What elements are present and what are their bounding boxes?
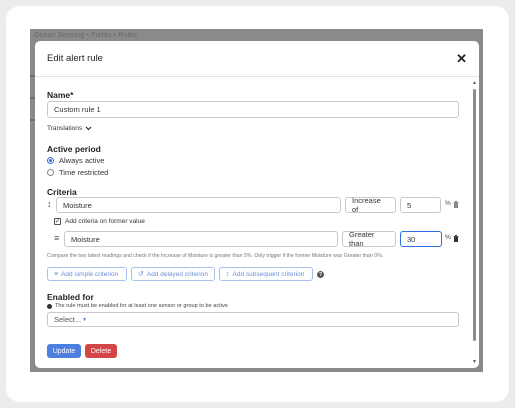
criterion-1-operator-select[interactable]: Increase of: [345, 196, 396, 214]
criterion-1-value-input[interactable]: 5: [400, 197, 441, 213]
clock-icon: ↺: [138, 271, 144, 278]
drag-handle-icon[interactable]: ≡: [54, 234, 59, 243]
caret-down-icon: ▼: [82, 316, 88, 323]
criterion-1-value: 5: [407, 200, 412, 210]
delete-button[interactable]: Delete: [85, 344, 117, 358]
enabled-for-hint: The rule must be enabled for at least on…: [47, 303, 228, 309]
scroll-down-icon[interactable]: ▼: [472, 360, 477, 365]
criterion-2-metric-value: Moisture: [71, 234, 100, 244]
chevron-down-icon: [85, 126, 92, 131]
scroll-up-icon[interactable]: ▲: [472, 81, 477, 86]
trash-icon[interactable]: [453, 201, 459, 208]
add-subsequent-criterion-label: Add subsequent criterion: [232, 270, 305, 278]
sort-arrows-icon[interactable]: ↕: [47, 200, 52, 209]
add-simple-criterion-button[interactable]: ≡ Add simple criterion: [47, 267, 127, 281]
add-simple-criterion-label: Add simple criterion: [61, 270, 119, 278]
dialog-body: Name* Custom rule 1 Translations Active …: [35, 78, 479, 368]
enabled-for-hint-text: The rule must be enabled for at least on…: [55, 303, 228, 309]
add-delayed-criterion-button[interactable]: ↺ Add delayed criterion: [131, 267, 215, 281]
add-subsequent-criterion-button[interactable]: ↕ Add subsequent criterion: [219, 267, 313, 281]
checkbox-checked-icon: ✓: [54, 218, 61, 225]
list-icon: ≡: [54, 270, 59, 278]
help-icon[interactable]: ?: [317, 271, 324, 278]
translations-toggle[interactable]: Translations: [47, 125, 92, 132]
translations-label: Translations: [47, 125, 83, 132]
dialog-title: Edit alert rule: [47, 53, 103, 64]
name-input-value: Custom rule 1: [54, 105, 101, 114]
enabled-for-label: Enabled for: [47, 292, 94, 302]
dialog-scrollbar[interactable]: ▲ ▼: [472, 81, 477, 365]
criterion-1-operator-value: Increase of: [352, 196, 381, 214]
criteria-summary: Compare the two latest readings and chec…: [47, 253, 384, 259]
criterion-2-unit: %: [445, 234, 451, 241]
scrollbar-thumb[interactable]: [473, 89, 476, 341]
criterion-2-operator-select[interactable]: Greater than: [342, 230, 396, 248]
criterion-2-value: 30: [407, 234, 416, 244]
add-delayed-criterion-label: Add delayed criterion: [146, 270, 208, 278]
dialog-header: Edit alert rule ✕: [35, 41, 479, 77]
background-breadcrumb: Ocean Sensing • Fields • Rules: [34, 32, 138, 39]
former-value-checkbox-label: Add criteria on former value: [65, 218, 145, 225]
trash-icon[interactable]: [453, 235, 459, 242]
radio-always-active-label: Always active: [59, 156, 105, 165]
enabled-for-select-placeholder: Select...: [54, 315, 82, 324]
radio-time-restricted[interactable]: Time restricted: [47, 168, 108, 177]
enabled-for-select[interactable]: Select... ▼: [47, 312, 459, 327]
criterion-1-metric-select[interactable]: Moisture: [56, 197, 341, 213]
radio-always-active[interactable]: Always active: [47, 156, 104, 165]
criterion-2-value-input[interactable]: 30: [400, 231, 442, 247]
criterion-1-metric-value: Moisture: [63, 200, 92, 210]
info-icon: [47, 303, 52, 309]
close-icon[interactable]: ✕: [456, 52, 467, 65]
edit-alert-rule-dialog: Edit alert rule ✕ Name* Custom rule 1 Tr…: [35, 41, 479, 368]
radio-selected-icon: [47, 157, 54, 164]
update-button[interactable]: Update: [47, 344, 81, 358]
active-period-label: Active period: [47, 144, 101, 154]
criteria-label: Criteria: [47, 187, 77, 197]
criterion-1-unit: %: [445, 200, 451, 207]
radio-unselected-icon: [47, 169, 54, 176]
name-input[interactable]: Custom rule 1: [47, 101, 459, 118]
criterion-2-operator-value: Greater than: [349, 230, 375, 248]
sort-arrows-icon: ↕: [226, 270, 230, 278]
name-label: Name*: [47, 90, 74, 100]
radio-time-restricted-label: Time restricted: [59, 168, 109, 177]
former-value-checkbox[interactable]: ✓ Add criteria on former value: [54, 218, 145, 225]
criterion-2-metric-select[interactable]: Moisture: [64, 231, 338, 247]
